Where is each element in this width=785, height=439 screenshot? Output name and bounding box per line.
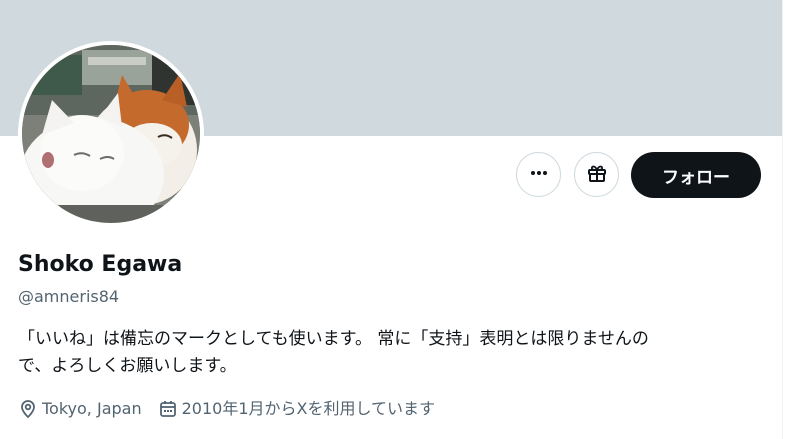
joined-text: 2010年1月からXを利用しています: [181, 399, 435, 418]
bio-line: で、よろしくお願いします。: [18, 356, 237, 376]
avatar[interactable]: [22, 45, 200, 223]
more-horizontal-icon: [529, 163, 549, 187]
more-button[interactable]: [516, 152, 561, 197]
avatar-frame: [18, 41, 204, 227]
follow-button[interactable]: フォロー: [631, 152, 761, 198]
joined-item: 2010年1月からXを利用しています: [158, 398, 435, 420]
calendar-icon: [158, 399, 178, 419]
profile-bio: 「いいね」は備忘のマークとしても使います。 常に「支持」表明とは限りませんの で…: [18, 326, 763, 380]
profile-meta: Tokyo, Japan 2010年1月からXを利用しています: [18, 398, 435, 420]
display-name: Shoko Egawa: [18, 252, 183, 277]
location-item: Tokyo, Japan: [18, 398, 142, 420]
location-pin-icon: [18, 399, 38, 419]
gift-button[interactable]: [574, 152, 619, 197]
avatar-photo-cats: [22, 45, 200, 223]
user-handle: @amneris84: [18, 287, 120, 306]
profile-page: フォロー Shoko Egawa @amneris84 「いいね」は備忘のマーク…: [0, 0, 785, 439]
column-divider: [782, 0, 783, 439]
gift-icon: [586, 162, 608, 188]
bio-line: 「いいね」は備忘のマークとしても使います。 常に「支持」表明とは限りませんの: [18, 329, 649, 349]
location-text: Tokyo, Japan: [42, 399, 142, 418]
follow-button-label: フォロー: [662, 167, 730, 188]
